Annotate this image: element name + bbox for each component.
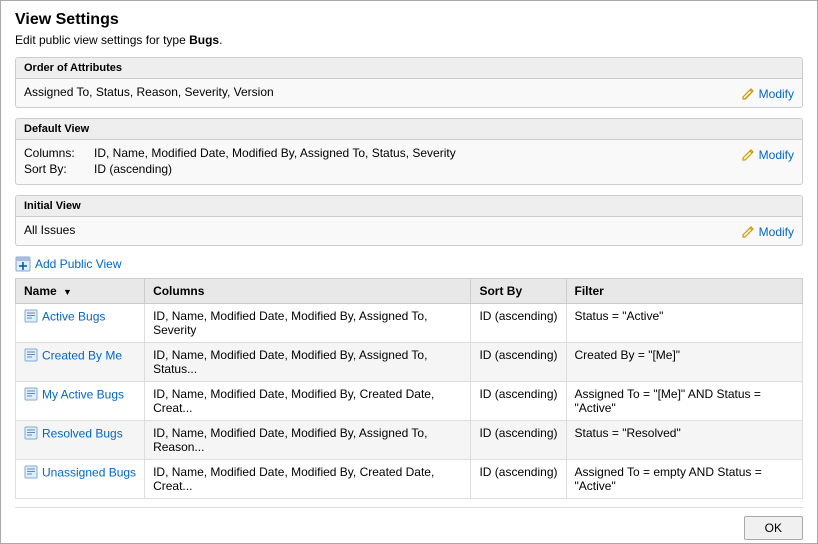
row-icon xyxy=(24,429,38,443)
view-filter-cell: Assigned To = empty AND Status = "Active… xyxy=(566,460,803,499)
subtitle-prefix: Edit public view settings for type xyxy=(15,33,189,47)
view-name-link[interactable]: Active Bugs xyxy=(42,310,105,324)
view-columns-cell: ID, Name, Modified Date, Modified By, As… xyxy=(145,304,471,343)
default-view-body: Columns: ID, Name, Modified Date, Modifi… xyxy=(16,140,802,184)
default-view-modify-label: Modify xyxy=(759,148,794,162)
view-filter-cell: Assigned To = "[Me]" AND Status = "Activ… xyxy=(566,382,803,421)
default-view-columns-row: Columns: ID, Name, Modified Date, Modifi… xyxy=(24,146,732,160)
table-row: Resolved Bugs ID, Name, Modified Date, Mo… xyxy=(16,421,803,460)
view-name-cell: Active Bugs xyxy=(16,304,145,343)
columns-label: Columns: xyxy=(24,146,94,160)
row-icon xyxy=(24,390,38,404)
order-of-attributes-section: Order of Attributes Assigned To, Status,… xyxy=(15,57,803,108)
sort-label: Sort By: xyxy=(24,162,94,176)
column-header-name[interactable]: Name ▼ xyxy=(16,279,145,304)
default-view-modify-button[interactable]: Modify xyxy=(742,146,794,162)
view-columns-cell: ID, Name, Modified Date, Modified By, As… xyxy=(145,421,471,460)
view-name-link[interactable]: Unassigned Bugs xyxy=(42,466,136,480)
view-sort-by-cell: ID (ascending) xyxy=(471,421,566,460)
view-sort-by-cell: ID (ascending) xyxy=(471,304,566,343)
view-name-cell: My Active Bugs xyxy=(16,382,145,421)
columns-value: ID, Name, Modified Date, Modified By, As… xyxy=(94,146,456,160)
view-columns-cell: ID, Name, Modified Date, Modified By, As… xyxy=(145,343,471,382)
view-sort-by-cell: ID (ascending) xyxy=(471,460,566,499)
initial-view-content: All Issues xyxy=(24,223,732,237)
add-public-view-label: Add Public View xyxy=(35,257,122,271)
view-name-cell: Resolved Bugs xyxy=(16,421,145,460)
default-view-header: Default View xyxy=(16,119,802,140)
table-row: My Active Bugs ID, Name, Modified Date, M… xyxy=(16,382,803,421)
column-header-columns-label: Columns xyxy=(153,284,204,298)
view-columns-cell: ID, Name, Modified Date, Modified By, Cr… xyxy=(145,460,471,499)
column-header-filter-label: Filter xyxy=(575,284,604,298)
sort-value: ID (ascending) xyxy=(94,162,172,176)
order-of-attributes-body: Assigned To, Status, Reason, Severity, V… xyxy=(16,79,802,107)
pencil-icon-2 xyxy=(742,148,756,162)
order-of-attributes-modify-label: Modify xyxy=(759,87,794,101)
view-sort-by-cell: ID (ascending) xyxy=(471,382,566,421)
pencil-icon-3 xyxy=(742,225,756,239)
view-name-link[interactable]: Resolved Bugs xyxy=(42,427,123,441)
order-of-attributes-content: Assigned To, Status, Reason, Severity, V… xyxy=(24,85,732,99)
subtitle: Edit public view settings for type Bugs. xyxy=(15,33,803,47)
default-view-section: Default View Columns: ID, Name, Modified… xyxy=(15,118,803,185)
order-of-attributes-modify-button[interactable]: Modify xyxy=(742,85,794,101)
row-icon xyxy=(24,351,38,365)
view-name-cell: Created By Me xyxy=(16,343,145,382)
pencil-icon xyxy=(742,87,756,101)
sort-arrow-icon: ▼ xyxy=(63,287,72,297)
initial-view-modify-button[interactable]: Modify xyxy=(742,223,794,239)
column-header-sort-by-label: Sort By xyxy=(479,284,522,298)
column-header-sort-by: Sort By xyxy=(471,279,566,304)
initial-view-section: Initial View All Issues Modify xyxy=(15,195,803,246)
page-title: View Settings xyxy=(15,11,803,29)
dialog: View Settings Edit public view settings … xyxy=(0,0,818,544)
view-name-cell: Unassigned Bugs xyxy=(16,460,145,499)
ok-button[interactable]: OK xyxy=(744,516,803,540)
subtitle-suffix: . xyxy=(219,33,222,47)
initial-view-modify-label: Modify xyxy=(759,225,794,239)
view-filter-cell: Status = "Resolved" xyxy=(566,421,803,460)
view-filter-cell: Status = "Active" xyxy=(566,304,803,343)
row-icon xyxy=(24,312,38,326)
view-name-link[interactable]: My Active Bugs xyxy=(42,388,124,402)
view-filter-cell: Created By = "[Me]" xyxy=(566,343,803,382)
add-public-view-icon xyxy=(15,256,31,272)
order-of-attributes-header: Order of Attributes xyxy=(16,58,802,79)
table-header-row: Name ▼ Columns Sort By Filter xyxy=(16,279,803,304)
views-table: Name ▼ Columns Sort By Filter Active Bug… xyxy=(15,278,803,499)
add-public-view-button[interactable]: Add Public View xyxy=(15,256,803,272)
default-view-content: Columns: ID, Name, Modified Date, Modifi… xyxy=(24,146,732,178)
column-header-columns: Columns xyxy=(145,279,471,304)
column-header-filter: Filter xyxy=(566,279,803,304)
view-sort-by-cell: ID (ascending) xyxy=(471,343,566,382)
dialog-footer: OK xyxy=(15,507,803,540)
table-row: Unassigned Bugs ID, Name, Modified Date, … xyxy=(16,460,803,499)
row-icon xyxy=(24,468,38,482)
view-name-link[interactable]: Created By Me xyxy=(42,349,122,363)
column-header-name-label: Name xyxy=(24,284,57,298)
table-row: Active Bugs ID, Name, Modified Date, Modi… xyxy=(16,304,803,343)
default-view-sort-row: Sort By: ID (ascending) xyxy=(24,162,732,176)
subtitle-type: Bugs xyxy=(189,33,219,47)
view-columns-cell: ID, Name, Modified Date, Modified By, Cr… xyxy=(145,382,471,421)
initial-view-header: Initial View xyxy=(16,196,802,217)
table-row: Created By Me ID, Name, Modified Date, Mo… xyxy=(16,343,803,382)
initial-view-body: All Issues Modify xyxy=(16,217,802,245)
